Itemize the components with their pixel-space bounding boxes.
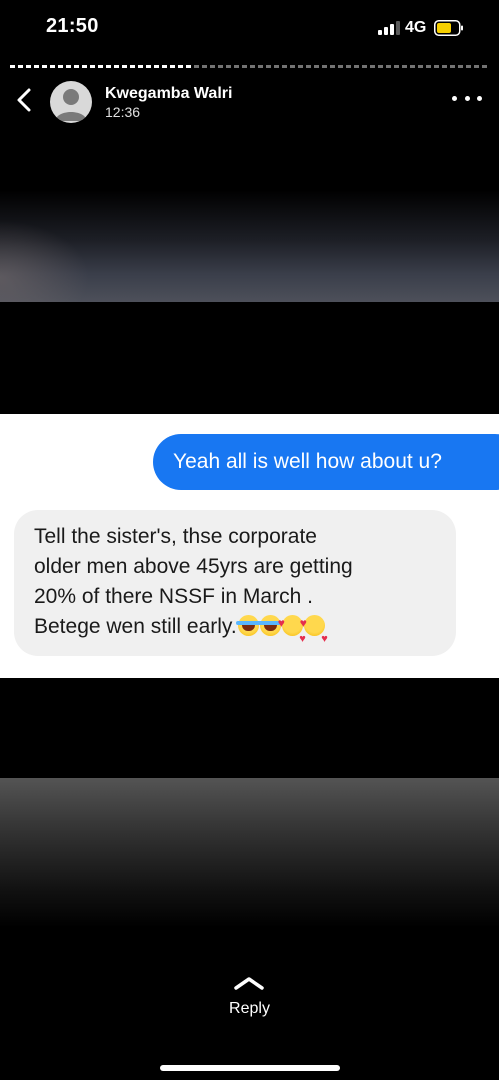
contact-name[interactable]: Kwegamba Walri [105,85,232,103]
default-user-icon [55,89,87,121]
status-bar: 21:50 4G [0,0,499,58]
chevron-up-icon[interactable] [232,975,266,991]
signal-icon [378,21,400,35]
chevron-left-icon[interactable] [12,86,36,114]
sent-message-bubble: Yeah all is well how about u? [153,434,499,490]
chat-screenshot: Yeah all is well how about u? Tell the s… [0,414,499,678]
ellipsis-icon[interactable] [452,96,482,104]
message-line: 20% of there NSSF in March . [34,585,313,608]
message-line: Tell the sister's, thse corporate [34,525,317,548]
story-progress-fill [10,65,192,68]
status-post-time: 12:36 [105,104,141,120]
status-time: 21:50 [46,15,99,37]
smiling-with-hearts-emoji-icon [300,608,328,654]
received-message-bubble: Tell the sister's, thse corporate older … [14,510,456,656]
tears-of-joy-emoji-icon [235,615,261,636]
battery-icon [434,20,463,36]
network-label: 4G [405,19,427,36]
blurred-image-area-bottom [0,778,499,928]
avatar[interactable] [50,81,92,123]
blurred-image-area [0,190,499,302]
message-line-with-emojis: Betege wen still early. [34,608,436,654]
message-line: older men above 45yrs are getting [34,555,353,578]
home-indicator[interactable] [160,1065,340,1071]
story-progress-bar [10,65,488,68]
reply-button[interactable]: Reply [0,1000,499,1018]
message-line-text: Betege wen still early. [34,615,237,638]
